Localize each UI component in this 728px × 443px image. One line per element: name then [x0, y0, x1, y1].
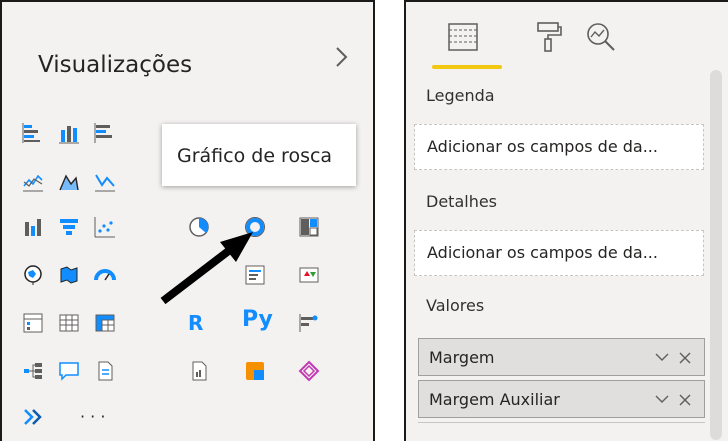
- paginated-report-icon[interactable]: [188, 360, 210, 382]
- chevron-down-icon: [655, 395, 669, 403]
- active-tab-underline: [432, 65, 502, 69]
- table-icon[interactable]: [58, 312, 80, 334]
- values-label: Valores: [426, 296, 485, 315]
- python-visual-icon[interactable]: Py: [242, 308, 273, 332]
- chevron-down-icon: [655, 353, 669, 361]
- details-drop-well[interactable]: Adicionar os campos de da...: [414, 230, 704, 276]
- field-label: Margem: [429, 348, 495, 367]
- map-icon[interactable]: [22, 264, 44, 286]
- field-label: Margem Auxiliar: [429, 390, 560, 409]
- details-label: Detalhes: [426, 192, 498, 211]
- stacked-bar-chart-icon[interactable]: [22, 122, 44, 144]
- power-automate-flow-icon[interactable]: [22, 406, 44, 428]
- donut-chart-icon[interactable]: [244, 216, 266, 238]
- more-visuals-icon[interactable]: · · ·: [80, 406, 105, 428]
- scatter-chart-icon[interactable]: [94, 216, 116, 238]
- area-chart-icon[interactable]: [58, 170, 80, 192]
- values-well-bottom: [418, 422, 705, 443]
- analytics-magnifier-icon[interactable]: [584, 20, 618, 54]
- legend-drop-well[interactable]: Adicionar os campos de da...: [414, 124, 704, 170]
- r-script-visual-icon[interactable]: R: [188, 312, 203, 334]
- power-apps-icon[interactable]: [244, 360, 266, 382]
- close-icon: [679, 352, 691, 364]
- values-field-margem[interactable]: Margem: [418, 338, 705, 376]
- values-field-margem-auxiliar[interactable]: Margem Auxiliar: [418, 380, 705, 418]
- filled-map-icon[interactable]: [58, 264, 80, 286]
- scrollbar[interactable]: [710, 70, 722, 440]
- donut-chart-tooltip: Gráfico de rosca: [162, 124, 356, 186]
- stacked-area-chart-icon[interactable]: [94, 170, 116, 192]
- kpi-icon[interactable]: [298, 264, 320, 286]
- matrix-icon[interactable]: [94, 312, 116, 334]
- visualizations-pane: Visualizações R Py · · · Gráfico de rosc…: [0, 0, 375, 441]
- treemap-icon[interactable]: [298, 216, 320, 238]
- pie-chart-icon[interactable]: [188, 216, 210, 238]
- multi-row-card-icon[interactable]: [244, 264, 266, 286]
- legend-label: Legenda: [426, 86, 495, 105]
- clustered-bar-chart-icon[interactable]: [94, 122, 116, 144]
- gauge-icon[interactable]: [94, 264, 116, 286]
- slicer-icon[interactable]: [22, 312, 44, 334]
- fields-tab-icon[interactable]: [446, 20, 480, 54]
- power-automate-icon[interactable]: [298, 360, 320, 382]
- key-influencers-icon[interactable]: [298, 312, 320, 334]
- qa-visual-icon[interactable]: [58, 360, 80, 382]
- fields-pane: Legenda Adicionar os campos de da... Det…: [404, 0, 728, 441]
- funnel-chart-icon[interactable]: [58, 216, 80, 238]
- decomposition-tree-icon[interactable]: [22, 360, 44, 382]
- ribbon-chart-icon[interactable]: [22, 216, 44, 238]
- stacked-column-chart-icon[interactable]: [58, 122, 80, 144]
- smart-narrative-icon[interactable]: [94, 360, 116, 382]
- close-icon: [679, 394, 691, 406]
- line-chart-icon[interactable]: [22, 170, 44, 192]
- format-paint-roller-icon[interactable]: [532, 20, 566, 54]
- pane-title: Visualizações: [38, 52, 193, 78]
- chevron-right-icon[interactable]: [332, 44, 352, 70]
